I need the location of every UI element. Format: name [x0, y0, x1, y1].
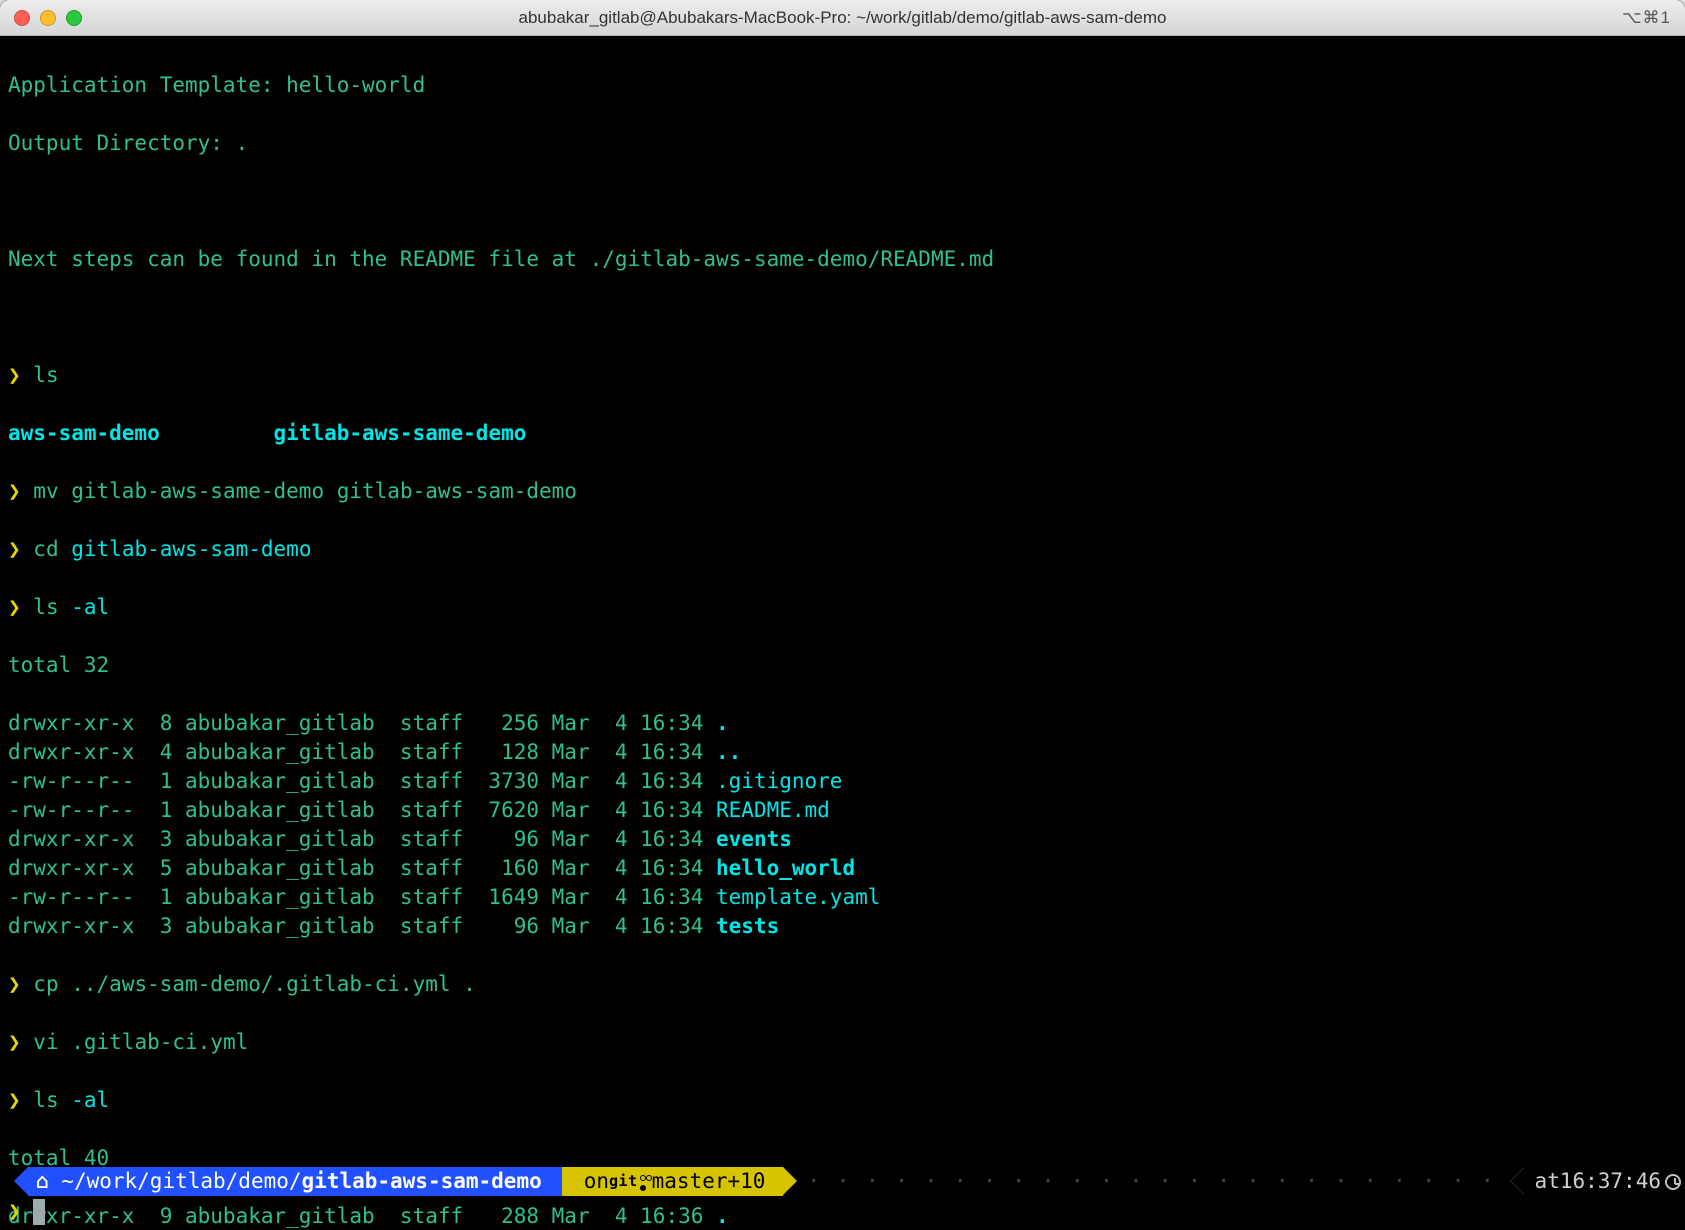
- prompt-icon: ❯: [8, 363, 33, 387]
- listing-row: drwxr-xr-x 3 abubakar_gitlab staff 96 Ma…: [8, 912, 1677, 941]
- listing-row: drwxr-xr-x 8 abubakar_gitlab staff 256 M…: [8, 709, 1677, 738]
- command-line: ❯ vi .gitlab-ci.yml: [8, 1028, 1677, 1057]
- command-line: ❯ ls: [8, 361, 1677, 390]
- file-name: ..: [716, 740, 741, 764]
- output-line: Output Directory: .: [8, 129, 1677, 158]
- prompt-icon: ❯: [8, 1197, 21, 1226]
- status-time-segment: at 16:37:46: [1525, 1167, 1685, 1196]
- command-line: ❯ mv gitlab-aws-same-demo gitlab-aws-sam…: [8, 477, 1677, 506]
- listing-row: drwxr-xr-x 5 abubakar_gitlab staff 160 M…: [8, 854, 1677, 883]
- file-name: events: [716, 827, 792, 851]
- status-git-segment: on git master +10: [562, 1167, 784, 1196]
- prompt-line[interactable]: ❯: [8, 1197, 1677, 1226]
- branch-icon: [638, 1173, 652, 1191]
- output-line: aws-sam-demo gitlab-aws-same-demo: [8, 419, 1677, 448]
- command-line: ❯ ls -al: [8, 593, 1677, 622]
- minimize-icon[interactable]: [40, 10, 56, 26]
- output-line: Application Template: hello-world: [8, 71, 1677, 100]
- titlebar-shortcut: ⌥⌘1: [1622, 8, 1685, 28]
- listing-row: -rw-r--r-- 1 abubakar_gitlab staff 3730 …: [8, 767, 1677, 796]
- file-name: template.yaml: [716, 885, 880, 909]
- terminal-body[interactable]: Application Template: hello-world Output…: [0, 36, 1685, 1230]
- window-controls: [0, 10, 82, 26]
- clock-icon: [1665, 1174, 1681, 1190]
- file-name: .: [716, 711, 729, 735]
- command-line: ❯ cp ../aws-sam-demo/.gitlab-ci.yml .: [8, 970, 1677, 999]
- listing-row: -rw-r--r-- 1 abubakar_gitlab staff 7620 …: [8, 796, 1677, 825]
- file-name: tests: [716, 914, 779, 938]
- file-name: hello_world: [716, 856, 855, 880]
- file-name: .gitignore: [716, 769, 842, 793]
- git-text-icon: git: [609, 1167, 638, 1196]
- cursor-icon: [33, 1199, 45, 1225]
- titlebar: abubakar_gitlab@Abubakars-MacBook-Pro: ~…: [0, 0, 1685, 36]
- output-line: [8, 303, 1677, 332]
- terminal-window: abubakar_gitlab@Abubakars-MacBook-Pro: ~…: [0, 0, 1685, 1230]
- status-path-segment: ⌂ ~/work/gitlab/demo/gitlab-aws-sam-demo: [28, 1167, 562, 1196]
- window-title: abubakar_gitlab@Abubakars-MacBook-Pro: ~…: [0, 8, 1685, 28]
- listing-row: drwxr-xr-x 3 abubakar_gitlab staff 96 Ma…: [8, 825, 1677, 854]
- maximize-icon[interactable]: [66, 10, 82, 26]
- status-bar: ⌂ ~/work/gitlab/demo/gitlab-aws-sam-demo…: [0, 1167, 1685, 1196]
- listing-row: -rw-r--r-- 1 abubakar_gitlab staff 1649 …: [8, 883, 1677, 912]
- output-line: Next steps can be found in the README fi…: [8, 245, 1677, 274]
- listing-row: drwxr-xr-x 4 abubakar_gitlab staff 128 M…: [8, 738, 1677, 767]
- command-line: ❯ ls -al: [8, 1086, 1677, 1115]
- close-icon[interactable]: [14, 10, 30, 26]
- home-icon: ⌂: [36, 1167, 61, 1196]
- output-line: total 32: [8, 651, 1677, 680]
- file-name: README.md: [716, 798, 830, 822]
- output-line: [8, 187, 1677, 216]
- status-filler: · · · · · · · · · · · · · · · · · · · · …: [783, 1167, 1524, 1196]
- command-line: ❯ cd gitlab-aws-sam-demo: [8, 535, 1677, 564]
